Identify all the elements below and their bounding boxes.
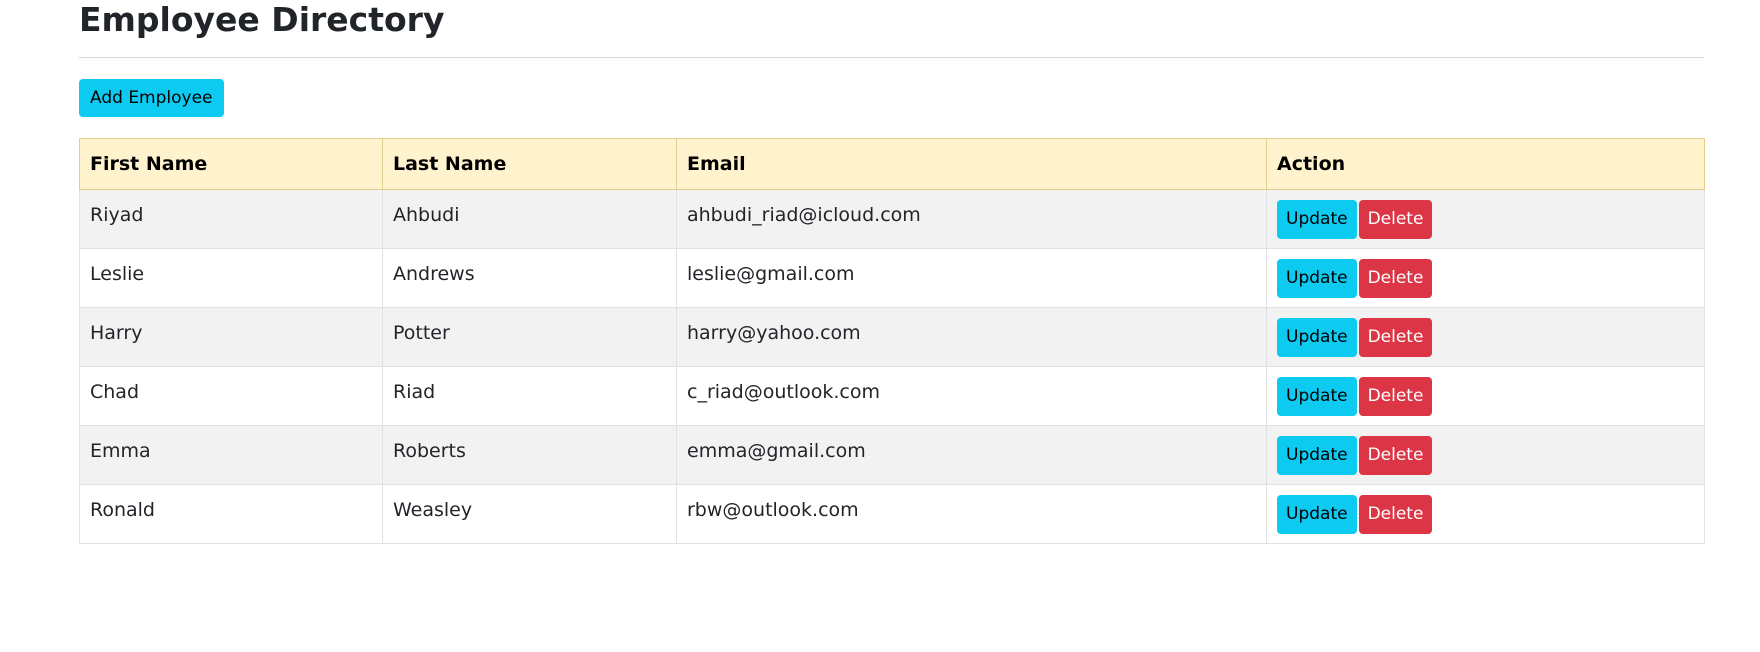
update-button[interactable]: Update — [1277, 494, 1357, 534]
action-cell: Update Delete — [1266, 366, 1705, 426]
action-cell: Update Delete — [1266, 425, 1705, 485]
page-title: Employee Directory — [79, 0, 445, 39]
action-cell: Update Delete — [1266, 307, 1705, 367]
column-header-action: Action — [1266, 138, 1705, 190]
email-cell: leslie@gmail.com — [676, 248, 1267, 308]
email-cell: emma@gmail.com — [676, 425, 1267, 485]
table-row: Leslie Andrews leslie@gmail.com Update De… — [79, 248, 1705, 308]
last-name-cell: Roberts — [382, 425, 677, 485]
column-header-last-name: Last Name — [382, 138, 677, 190]
email-cell: c_riad@outlook.com — [676, 366, 1267, 426]
update-button[interactable]: Update — [1277, 376, 1357, 416]
first-name-cell: Riyad — [79, 189, 383, 249]
delete-button[interactable]: Delete — [1358, 258, 1433, 298]
last-name-cell: Ahbudi — [382, 189, 677, 249]
first-name-cell: Harry — [79, 307, 383, 367]
first-name-cell: Emma — [79, 425, 383, 485]
update-button[interactable]: Update — [1277, 258, 1357, 298]
column-header-email: Email — [676, 138, 1267, 190]
first-name-cell: Ronald — [79, 484, 383, 544]
add-employee-button[interactable]: Add Employee — [79, 79, 224, 117]
table-body: Riyad Ahbudi ahbudi_riad@icloud.com Upda… — [79, 189, 1705, 544]
last-name-cell: Riad — [382, 366, 677, 426]
table-row: Emma Roberts emma@gmail.com Update Delete — [79, 425, 1705, 485]
action-cell: Update Delete — [1266, 484, 1705, 544]
table-row: Ronald Weasley rbw@outlook.com Update Del… — [79, 484, 1705, 544]
email-cell: harry@yahoo.com — [676, 307, 1267, 367]
email-cell: ahbudi_riad@icloud.com — [676, 189, 1267, 249]
employee-table: First Name Last Name Email Action Riyad … — [79, 138, 1705, 544]
email-cell: rbw@outlook.com — [676, 484, 1267, 544]
main-container: Employee Directory Add Employee First Na… — [79, 0, 1705, 544]
update-button[interactable]: Update — [1277, 199, 1357, 239]
action-cell: Update Delete — [1266, 248, 1705, 308]
table-row: Riyad Ahbudi ahbudi_riad@icloud.com Upda… — [79, 189, 1705, 249]
table-header: First Name Last Name Email Action — [79, 138, 1705, 190]
delete-button[interactable]: Delete — [1358, 494, 1433, 534]
header-row: First Name Last Name Email Action — [79, 138, 1705, 190]
last-name-cell: Andrews — [382, 248, 677, 308]
delete-button[interactable]: Delete — [1358, 376, 1433, 416]
action-cell: Update Delete — [1266, 189, 1705, 249]
table-row: Harry Potter harry@yahoo.com Update Delet… — [79, 307, 1705, 367]
title-divider — [79, 57, 1704, 58]
last-name-cell: Potter — [382, 307, 677, 367]
update-button[interactable]: Update — [1277, 435, 1357, 475]
delete-button[interactable]: Delete — [1358, 317, 1433, 357]
delete-button[interactable]: Delete — [1358, 435, 1433, 475]
table-row: Chad Riad c_riad@outlook.com Update Delet… — [79, 366, 1705, 426]
update-button[interactable]: Update — [1277, 317, 1357, 357]
delete-button[interactable]: Delete — [1358, 199, 1433, 239]
first-name-cell: Chad — [79, 366, 383, 426]
last-name-cell: Weasley — [382, 484, 677, 544]
column-header-first-name: First Name — [79, 138, 383, 190]
first-name-cell: Leslie — [79, 248, 383, 308]
